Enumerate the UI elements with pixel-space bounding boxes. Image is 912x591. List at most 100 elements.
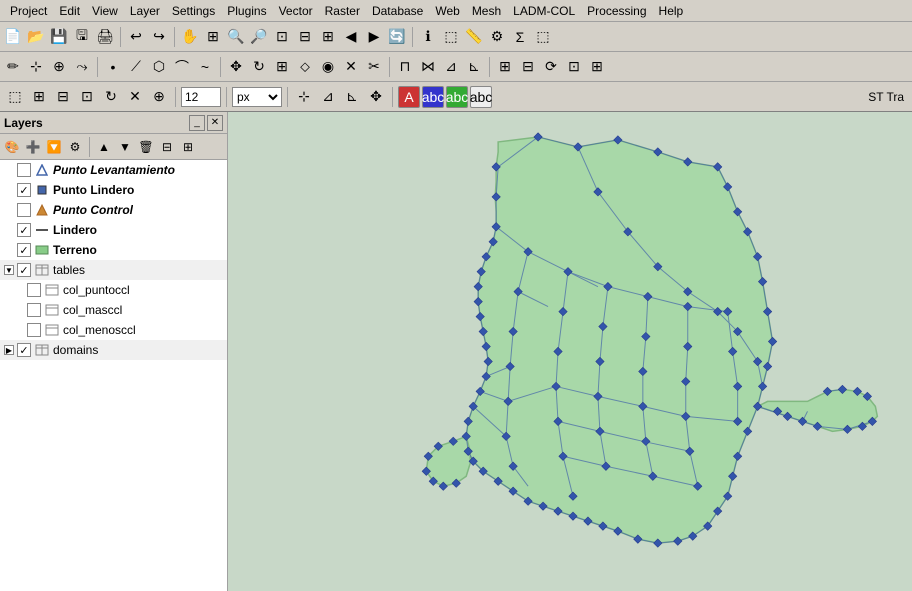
layer-checkbox-tables[interactable]: ✓: [17, 263, 31, 277]
delete-btn[interactable]: ✕: [340, 56, 362, 78]
layer-checkbox-punto-lindero[interactable]: ✓: [17, 183, 31, 197]
rotate-btn[interactable]: ↻: [248, 56, 270, 78]
menu-layer[interactable]: Layer: [124, 2, 166, 20]
node-btn[interactable]: ⊹: [25, 56, 47, 78]
layers-down-btn[interactable]: ▼: [115, 137, 135, 157]
measure-btn[interactable]: 📏: [463, 26, 485, 48]
more4-btn[interactable]: ⊞: [586, 56, 608, 78]
layer-checkbox-terreno[interactable]: ✓: [17, 243, 31, 257]
label-edit-btn[interactable]: ⊞: [28, 86, 50, 108]
plugins2-btn[interactable]: ⚙: [486, 26, 508, 48]
list-item[interactable]: col_masccl: [0, 300, 227, 320]
list-item[interactable]: ✓ Terreno: [0, 240, 227, 260]
select-label-btn[interactable]: ⊿: [317, 86, 339, 108]
select-btn[interactable]: ⬚: [440, 26, 462, 48]
split-btn[interactable]: ⋈: [417, 56, 439, 78]
zoom-extent-btn[interactable]: ⊡: [271, 26, 293, 48]
label-color-btn[interactable]: A: [398, 86, 420, 108]
list-item[interactable]: ✓ Punto Lindero: [0, 180, 227, 200]
layers-more-btn[interactable]: ⊞: [178, 137, 198, 157]
reshape-btn[interactable]: ⊾: [463, 56, 485, 78]
list-item[interactable]: ▼ ✓ tables: [0, 260, 227, 280]
label-pin-btn[interactable]: ⊟: [52, 86, 74, 108]
layer-checkbox-punto-control[interactable]: [17, 203, 31, 217]
layer-checkbox-col-masccl[interactable]: [27, 303, 41, 317]
stats-btn[interactable]: ⊟: [517, 56, 539, 78]
menu-mesh[interactable]: Mesh: [466, 2, 507, 20]
polygon-btn[interactable]: ⬡: [148, 56, 170, 78]
tables-expand-btn[interactable]: ▼: [4, 265, 14, 275]
save-as-btn[interactable]: 🖫: [71, 26, 93, 48]
pin-label-btn[interactable]: ⊾: [341, 86, 363, 108]
list-item[interactable]: ✓ Lindero: [0, 220, 227, 240]
merge-btn[interactable]: ⊓: [394, 56, 416, 78]
label-color4-btn[interactable]: abc: [470, 86, 492, 108]
identify-btn[interactable]: ℹ: [417, 26, 439, 48]
pan-btn[interactable]: ✋: [179, 26, 201, 48]
move-btn[interactable]: ✥: [225, 56, 247, 78]
menu-database[interactable]: Database: [366, 2, 429, 20]
digitize-btn[interactable]: ✏: [2, 56, 24, 78]
add-ring-btn[interactable]: ◉: [317, 56, 339, 78]
layer-checkbox-lindero[interactable]: ✓: [17, 223, 31, 237]
label-rotate-btn[interactable]: ↻: [100, 86, 122, 108]
offset-btn[interactable]: ⊿: [440, 56, 462, 78]
zoom-out-btn[interactable]: 🔎: [248, 26, 270, 48]
menu-settings[interactable]: Settings: [166, 2, 221, 20]
layers-add-btn[interactable]: ➕: [23, 137, 43, 157]
list-item[interactable]: ▶ ✓ domains: [0, 340, 227, 360]
layer-checkbox-punto-levantamiento[interactable]: [17, 163, 31, 177]
layers-up-btn[interactable]: ▲: [94, 137, 114, 157]
layers-close-btn[interactable]: ✕: [207, 115, 223, 131]
menu-web[interactable]: Web: [429, 2, 465, 20]
new-project-btn[interactable]: 📄: [2, 26, 24, 48]
more3-btn[interactable]: ⊡: [563, 56, 585, 78]
point-btn[interactable]: •: [102, 56, 124, 78]
redo-btn[interactable]: ↪: [148, 26, 170, 48]
zoom-full-btn[interactable]: ⊞: [202, 26, 224, 48]
line-btn[interactable]: ⟋: [125, 56, 147, 78]
list-item[interactable]: col_puntoccl: [0, 280, 227, 300]
attr-table-btn[interactable]: ⊞: [494, 56, 516, 78]
list-item[interactable]: Punto Control: [0, 200, 227, 220]
curve-btn[interactable]: ⌒: [171, 56, 193, 78]
font-unit-select[interactable]: pxptmm: [232, 87, 282, 107]
list-item[interactable]: Punto Levantamiento: [0, 160, 227, 180]
domains-expand-btn[interactable]: ▶: [4, 345, 14, 355]
font-size-input[interactable]: 12: [181, 87, 221, 107]
menu-edit[interactable]: Edit: [53, 2, 86, 20]
label-show-btn[interactable]: ⊕: [148, 86, 170, 108]
menu-ladm-col[interactable]: LADM-COL: [507, 2, 581, 20]
more1-btn[interactable]: ⬚: [532, 26, 554, 48]
layers-minimize-btn[interactable]: _: [189, 115, 205, 131]
list-item[interactable]: col_menosccl: [0, 320, 227, 340]
zoom-in-btn[interactable]: 🔍: [225, 26, 247, 48]
zoom-selection-btn[interactable]: ⊞: [317, 26, 339, 48]
layers-open-btn[interactable]: 🎨: [2, 137, 22, 157]
refresh-btn[interactable]: 🔄: [386, 26, 408, 48]
menu-plugins[interactable]: Plugins: [221, 2, 272, 20]
menu-project[interactable]: Project: [4, 2, 53, 20]
more2-btn[interactable]: ⟳: [540, 56, 562, 78]
menu-processing[interactable]: Processing: [581, 2, 652, 20]
save-project-btn[interactable]: 💾: [48, 26, 70, 48]
snap-labels-btn[interactable]: ⊹: [293, 86, 315, 108]
scale-btn[interactable]: ⊞: [271, 56, 293, 78]
cut-btn[interactable]: ✂: [363, 56, 385, 78]
zoom-next-btn[interactable]: ▶: [363, 26, 385, 48]
print-btn[interactable]: 🖨: [94, 26, 116, 48]
zoom-prev-btn[interactable]: ◀: [340, 26, 362, 48]
undo-btn[interactable]: ↩: [125, 26, 147, 48]
move-label-btn[interactable]: ✥: [365, 86, 387, 108]
select-feature-btn[interactable]: ⬚: [4, 86, 26, 108]
label-color3-btn[interactable]: abc: [446, 86, 468, 108]
menu-vector[interactable]: Vector: [273, 2, 319, 20]
trace-btn[interactable]: ⤳: [71, 56, 93, 78]
menu-help[interactable]: Help: [653, 2, 690, 20]
layers-filter-btn[interactable]: 🔽: [44, 137, 64, 157]
menu-view[interactable]: View: [86, 2, 124, 20]
map-canvas[interactable]: [228, 112, 912, 591]
layers-options-btn[interactable]: ⚙: [65, 137, 85, 157]
zoom-layer-btn[interactable]: ⊟: [294, 26, 316, 48]
layer-checkbox-col-puntoccl[interactable]: [27, 283, 41, 297]
